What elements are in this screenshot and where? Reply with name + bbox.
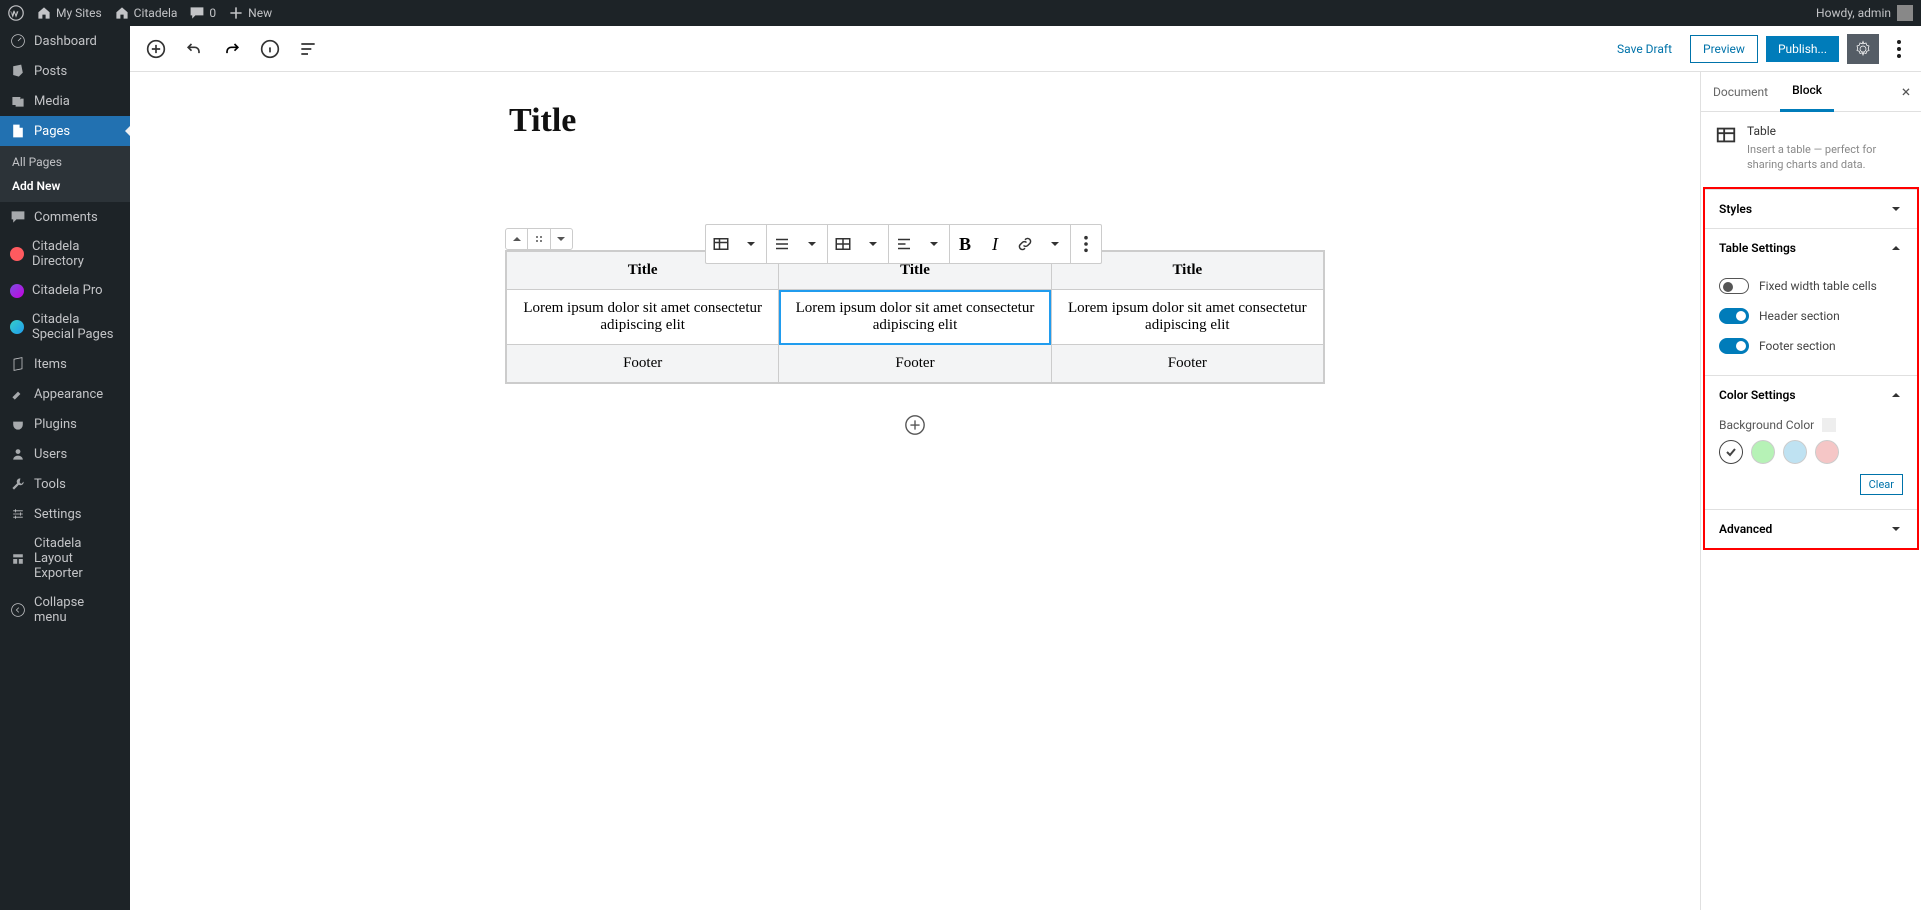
new-link[interactable]: New bbox=[228, 5, 272, 21]
color-swatch-blue[interactable] bbox=[1783, 440, 1807, 464]
chevron-up-icon bbox=[1889, 241, 1903, 255]
more-formatting-dropdown[interactable] bbox=[1040, 225, 1070, 263]
text-align-dropdown[interactable] bbox=[919, 225, 949, 263]
panel-styles[interactable]: Styles bbox=[1705, 190, 1917, 228]
sidebar-settings[interactable]: Settings bbox=[0, 499, 130, 529]
sidebar-dashboard[interactable]: Dashboard bbox=[0, 26, 130, 56]
preview-button[interactable]: Preview bbox=[1690, 35, 1758, 63]
more-toolbar-button[interactable] bbox=[1071, 225, 1101, 263]
tab-block[interactable]: Block bbox=[1780, 72, 1834, 112]
link-button[interactable] bbox=[1010, 225, 1040, 263]
sidebar-collapse[interactable]: Collapse menu bbox=[0, 588, 130, 632]
chevron-down-icon bbox=[1889, 202, 1903, 216]
color-swatch-green[interactable] bbox=[1751, 440, 1775, 464]
table-block-icon[interactable] bbox=[706, 225, 736, 263]
my-sites-link[interactable]: My Sites bbox=[36, 5, 102, 21]
block-mover[interactable] bbox=[505, 228, 573, 250]
sidebar-layout-exporter[interactable]: Citadela Layout Exporter bbox=[0, 529, 130, 588]
save-draft-button[interactable]: Save Draft bbox=[1607, 36, 1682, 62]
sidebar-item-label: Dashboard bbox=[34, 34, 97, 49]
sidebar-pages[interactable]: Pages bbox=[0, 116, 130, 146]
howdy-link[interactable]: Howdy, admin bbox=[1816, 6, 1891, 20]
toggle-header-section[interactable] bbox=[1719, 308, 1749, 324]
close-inspector-button[interactable]: × bbox=[1891, 82, 1921, 101]
add-block-button[interactable] bbox=[140, 33, 172, 65]
chevron-up-icon bbox=[1889, 388, 1903, 402]
table-body-cell[interactable]: Lorem ipsum dolor sit amet consectetur a… bbox=[507, 290, 779, 345]
sidebar-items[interactable]: Items bbox=[0, 349, 130, 379]
sidebar-appearance[interactable]: Appearance bbox=[0, 379, 130, 409]
comments-link[interactable]: 0 bbox=[189, 5, 216, 21]
sidebar-citadela-directory[interactable]: Citadela Directory bbox=[0, 232, 130, 276]
more-options-button[interactable] bbox=[1887, 34, 1911, 64]
block-name: Table bbox=[1747, 124, 1907, 138]
panel-table-settings[interactable]: Table Settings bbox=[1705, 229, 1917, 267]
table-edit-button[interactable] bbox=[828, 225, 858, 263]
page-title[interactable]: Title bbox=[509, 102, 1325, 140]
sidebar-posts[interactable]: Posts bbox=[0, 56, 130, 86]
settings-toggle-button[interactable] bbox=[1847, 34, 1879, 64]
undo-button[interactable] bbox=[178, 33, 210, 65]
highlight-annotation: Styles Table Settings Fixed width table … bbox=[1703, 187, 1919, 550]
clear-color-button[interactable]: Clear bbox=[1860, 474, 1903, 495]
avatar[interactable] bbox=[1897, 5, 1913, 21]
drag-handle[interactable] bbox=[527, 229, 549, 249]
sidebar-users[interactable]: Users bbox=[0, 439, 130, 469]
block-toolbar: B I bbox=[705, 224, 1102, 264]
bg-color-label: Background Color bbox=[1719, 418, 1814, 432]
wp-logo[interactable] bbox=[8, 5, 24, 21]
outline-button[interactable] bbox=[292, 33, 324, 65]
sidebar-citadela-special-pages[interactable]: Citadela Special Pages bbox=[0, 305, 130, 349]
toggle-fixed-width[interactable] bbox=[1719, 278, 1749, 294]
change-block-type-dropdown[interactable] bbox=[736, 225, 766, 263]
block-description: Insert a table — perfect for sharing cha… bbox=[1747, 142, 1907, 173]
tab-document[interactable]: Document bbox=[1701, 73, 1780, 111]
align-button[interactable] bbox=[767, 225, 797, 263]
info-button[interactable] bbox=[254, 33, 286, 65]
add-block-inline-button[interactable] bbox=[505, 414, 1325, 440]
sidebar-plugins[interactable]: Plugins bbox=[0, 409, 130, 439]
sidebar-media[interactable]: Media bbox=[0, 86, 130, 116]
panel-color-settings[interactable]: Color Settings bbox=[1705, 376, 1917, 414]
sidebar-pages-all[interactable]: All Pages bbox=[0, 150, 130, 174]
table-body-cell[interactable]: Lorem ipsum dolor sit amet consectetur a… bbox=[1051, 290, 1323, 345]
italic-button[interactable]: I bbox=[980, 225, 1010, 263]
publish-button[interactable]: Publish... bbox=[1766, 36, 1839, 62]
table-footer-cell[interactable]: Footer bbox=[1051, 345, 1323, 383]
site-name-link[interactable]: Citadela bbox=[114, 5, 178, 21]
table-body-cell[interactable]: Lorem ipsum dolor sit amet consectetur a… bbox=[779, 290, 1051, 345]
text-align-button[interactable] bbox=[889, 225, 919, 263]
redo-button[interactable] bbox=[216, 33, 248, 65]
citadela-directory-icon bbox=[10, 247, 24, 261]
panel-advanced[interactable]: Advanced bbox=[1705, 510, 1917, 548]
bold-button[interactable]: B bbox=[950, 225, 980, 263]
table-block[interactable]: Title Title Title Lorem ipsum dolor sit … bbox=[505, 250, 1325, 384]
table-footer-cell[interactable]: Footer bbox=[779, 345, 1051, 383]
sidebar-tools[interactable]: Tools bbox=[0, 469, 130, 499]
bg-color-indicator bbox=[1822, 418, 1836, 432]
move-up-button[interactable] bbox=[506, 229, 527, 249]
chevron-down-icon bbox=[1889, 522, 1903, 536]
table-edit-dropdown[interactable] bbox=[858, 225, 888, 263]
color-swatch-red[interactable] bbox=[1815, 440, 1839, 464]
table-footer-cell[interactable]: Footer bbox=[507, 345, 779, 383]
citadela-special-icon bbox=[10, 320, 24, 334]
align-dropdown[interactable] bbox=[797, 225, 827, 263]
toggle-footer-section[interactable] bbox=[1719, 338, 1749, 354]
sidebar-comments[interactable]: Comments bbox=[0, 202, 130, 232]
move-down-button[interactable] bbox=[550, 229, 572, 249]
citadela-pro-icon bbox=[10, 284, 24, 298]
sidebar-citadela-pro[interactable]: Citadela Pro bbox=[0, 276, 130, 305]
sidebar-pages-add-new[interactable]: Add New bbox=[0, 174, 130, 198]
table-icon bbox=[1715, 124, 1737, 146]
color-swatch-white[interactable] bbox=[1719, 440, 1743, 464]
